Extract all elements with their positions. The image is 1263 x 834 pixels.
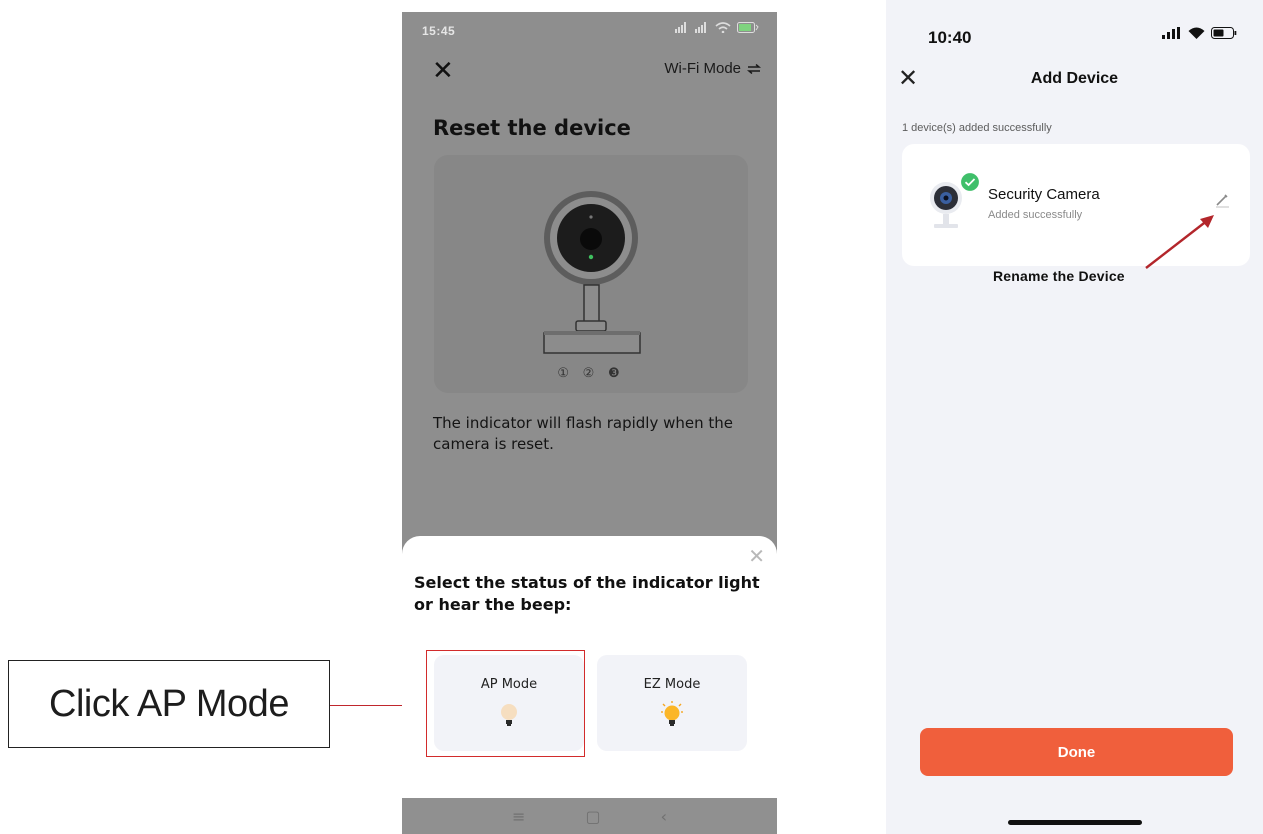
- home-indicator: [1008, 820, 1142, 825]
- done-button[interactable]: Done: [920, 728, 1233, 776]
- annotation-arrow: [1145, 215, 1214, 269]
- menu-icon[interactable]: ≡: [512, 807, 525, 826]
- close-icon[interactable]: ✕: [748, 544, 765, 568]
- callout-box: Click AP Mode: [8, 660, 330, 748]
- step-indicator: ① ② ❸: [557, 365, 625, 380]
- status-time: 15:45: [422, 24, 456, 38]
- android-nav-bar: ≡ ▢ ‹: [402, 798, 777, 834]
- signal-icon: [1162, 27, 1180, 39]
- status-bar: 15:45: [402, 12, 777, 50]
- wifi-mode-switch[interactable]: Wi-Fi Mode: [664, 60, 761, 77]
- callout-text: Click AP Mode: [49, 682, 289, 725]
- home-icon[interactable]: ▢: [585, 807, 600, 826]
- status-time: 10:40: [928, 28, 972, 47]
- bulb-on-icon: [661, 701, 683, 726]
- check-badge-icon: [960, 172, 980, 192]
- ez-mode-button[interactable]: EZ Mode: [597, 655, 747, 751]
- camera-icon: [930, 182, 962, 228]
- tutorial-screenshot: Click AP Mode 15:45 ✕ Wi-Fi Mode Reset t…: [0, 0, 1263, 834]
- signal-icon: [675, 22, 686, 33]
- ap-mode-highlight: [426, 650, 585, 757]
- android-phone-screen: 15:45 ✕ Wi-Fi Mode Reset the device ① ② …: [402, 12, 777, 834]
- reset-illustration: ① ② ❸: [434, 155, 748, 393]
- page-title: Reset the device: [433, 116, 631, 140]
- status-icons: [675, 22, 759, 33]
- sheet-title: Select the status of the indicator light…: [414, 573, 760, 614]
- status-icons: [1162, 27, 1237, 39]
- close-icon[interactable]: ✕: [432, 56, 454, 86]
- device-name: Security Camera: [988, 186, 1100, 203]
- indicator-status-sheet: ✕ Select the status of the indicator lig…: [402, 536, 777, 802]
- battery-icon: [1211, 27, 1237, 39]
- signal-icon: [695, 22, 706, 33]
- back-icon[interactable]: ‹: [661, 807, 667, 826]
- added-count-text: 1 device(s) added successfully: [902, 122, 1052, 134]
- wifi-icon: [715, 22, 731, 33]
- battery-icon: [737, 22, 759, 33]
- page-title: Add Device: [1030, 70, 1119, 87]
- ez-mode-label: EZ Mode: [643, 677, 701, 692]
- rename-annotation: Rename the Device: [993, 268, 1125, 284]
- reset-description: The indicator will flash rapidly when th…: [433, 414, 734, 453]
- ios-phone-screen: 10:40 ✕ Add Device 1 device(s) added suc…: [886, 0, 1263, 834]
- switch-arrows-icon: [747, 63, 761, 74]
- camera-reset-illustration: [543, 191, 641, 354]
- wifi-icon: [1188, 27, 1205, 39]
- wifi-mode-label: Wi-Fi Mode: [664, 60, 741, 77]
- device-status: Added successfully: [988, 209, 1083, 221]
